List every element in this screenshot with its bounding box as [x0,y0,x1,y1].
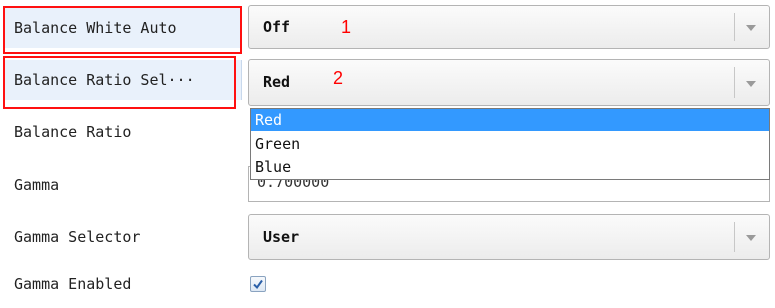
balance-ratio-selector-combo[interactable]: Red [248,59,770,106]
property-row-gamma-enabled: Gamma Enabled [0,268,775,304]
gamma-selector-combo[interactable]: User [248,214,770,260]
dropdown-option-blue[interactable]: Blue [251,156,769,178]
dropdown-option-green[interactable]: Green [251,133,769,155]
dropdown-option-red[interactable]: Red [251,109,769,131]
annotation-box [3,56,236,109]
annotation-marker: 2 [333,68,344,88]
gamma-enabled-checkbox[interactable] [250,276,266,292]
property-row-gamma-selector: Gamma Selector User [0,212,775,262]
property-label: Gamma [14,176,60,194]
combo-separator [734,67,735,98]
checkmark-icon [253,279,263,290]
balance-ratio-selector-dropdown: Red Green Blue [250,108,770,180]
annotation-box [3,6,242,54]
property-label: Balance Ratio [14,123,132,141]
combo-value: User [263,228,300,246]
property-label: Gamma Selector [14,228,141,246]
combo-value: Red [263,73,291,91]
combo-separator [734,13,735,41]
chevron-down-icon[interactable] [746,25,756,31]
annotation-marker: 1 [341,17,352,37]
balance-white-auto-combo[interactable]: Off [248,5,770,49]
combo-value: Off [263,18,291,36]
combo-separator [734,222,735,252]
chevron-down-icon[interactable] [746,235,756,241]
chevron-down-icon[interactable] [746,80,756,87]
property-label: Gamma Enabled [14,275,132,293]
